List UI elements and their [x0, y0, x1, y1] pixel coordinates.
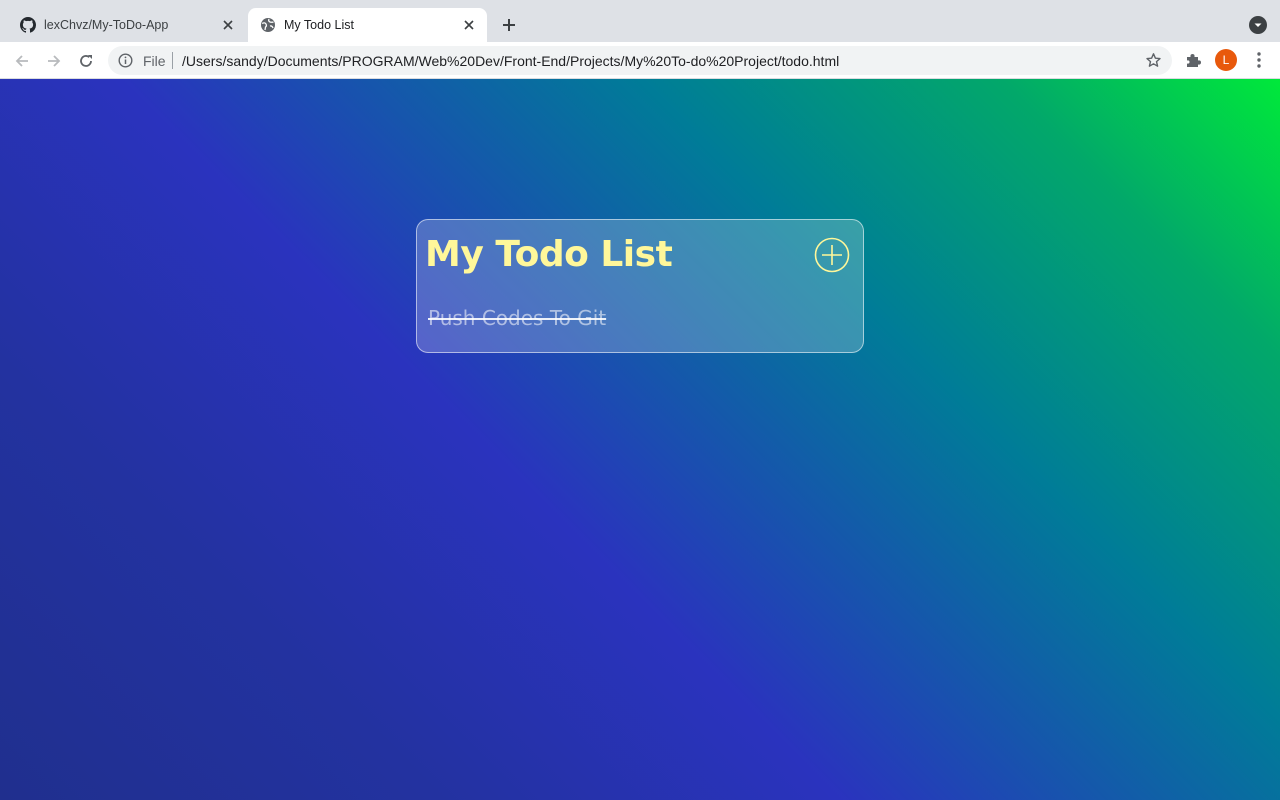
add-todo-button[interactable]	[814, 237, 850, 273]
plus-circle-icon	[814, 237, 850, 273]
star-icon[interactable]	[1145, 52, 1162, 69]
puzzle-icon[interactable]	[1184, 51, 1202, 69]
url-text[interactable]: /Users/sandy/Documents/PROGRAM/Web%20Dev…	[182, 53, 839, 69]
close-icon[interactable]	[461, 17, 477, 33]
tab-search-button[interactable]	[1249, 16, 1267, 34]
tab-title: My Todo List	[284, 18, 354, 32]
chevron-down-icon	[1254, 23, 1262, 27]
address-bar[interactable]: File /Users/sandy/Documents/PROGRAM/Web%…	[108, 46, 1172, 75]
page-title: My Todo List	[425, 234, 673, 275]
tab-github[interactable]: lexChvz/My-ToDo-App	[8, 8, 246, 42]
todo-item-completed[interactable]: Push Codes To Git	[428, 306, 606, 330]
reload-button[interactable]	[75, 50, 97, 72]
page-viewport: My Todo List Push Codes To Git	[0, 79, 1280, 800]
globe-icon	[260, 17, 276, 33]
github-icon	[20, 17, 37, 33]
plus-icon	[503, 19, 515, 31]
browser-toolbar: File /Users/sandy/Documents/PROGRAM/Web%…	[0, 42, 1280, 79]
reload-icon	[80, 55, 92, 67]
arrow-right-icon	[48, 55, 61, 67]
tab-strip: lexChvz/My-ToDo-App My Todo List	[0, 0, 1280, 42]
avatar[interactable]: L	[1215, 49, 1237, 71]
tab-title: lexChvz/My-ToDo-App	[44, 18, 169, 32]
back-button[interactable]	[11, 50, 33, 72]
new-tab-button[interactable]	[498, 14, 520, 36]
tab-my-todo-list[interactable]: My Todo List	[248, 8, 487, 42]
close-icon[interactable]	[220, 17, 236, 33]
todo-card: My Todo List Push Codes To Git	[416, 219, 864, 353]
divider	[172, 52, 173, 69]
arrow-left-icon	[15, 55, 28, 67]
scheme-label: File	[143, 53, 166, 69]
forward-button[interactable]	[43, 50, 65, 72]
kebab-menu-icon[interactable]	[1252, 51, 1266, 69]
info-icon[interactable]	[118, 53, 133, 68]
